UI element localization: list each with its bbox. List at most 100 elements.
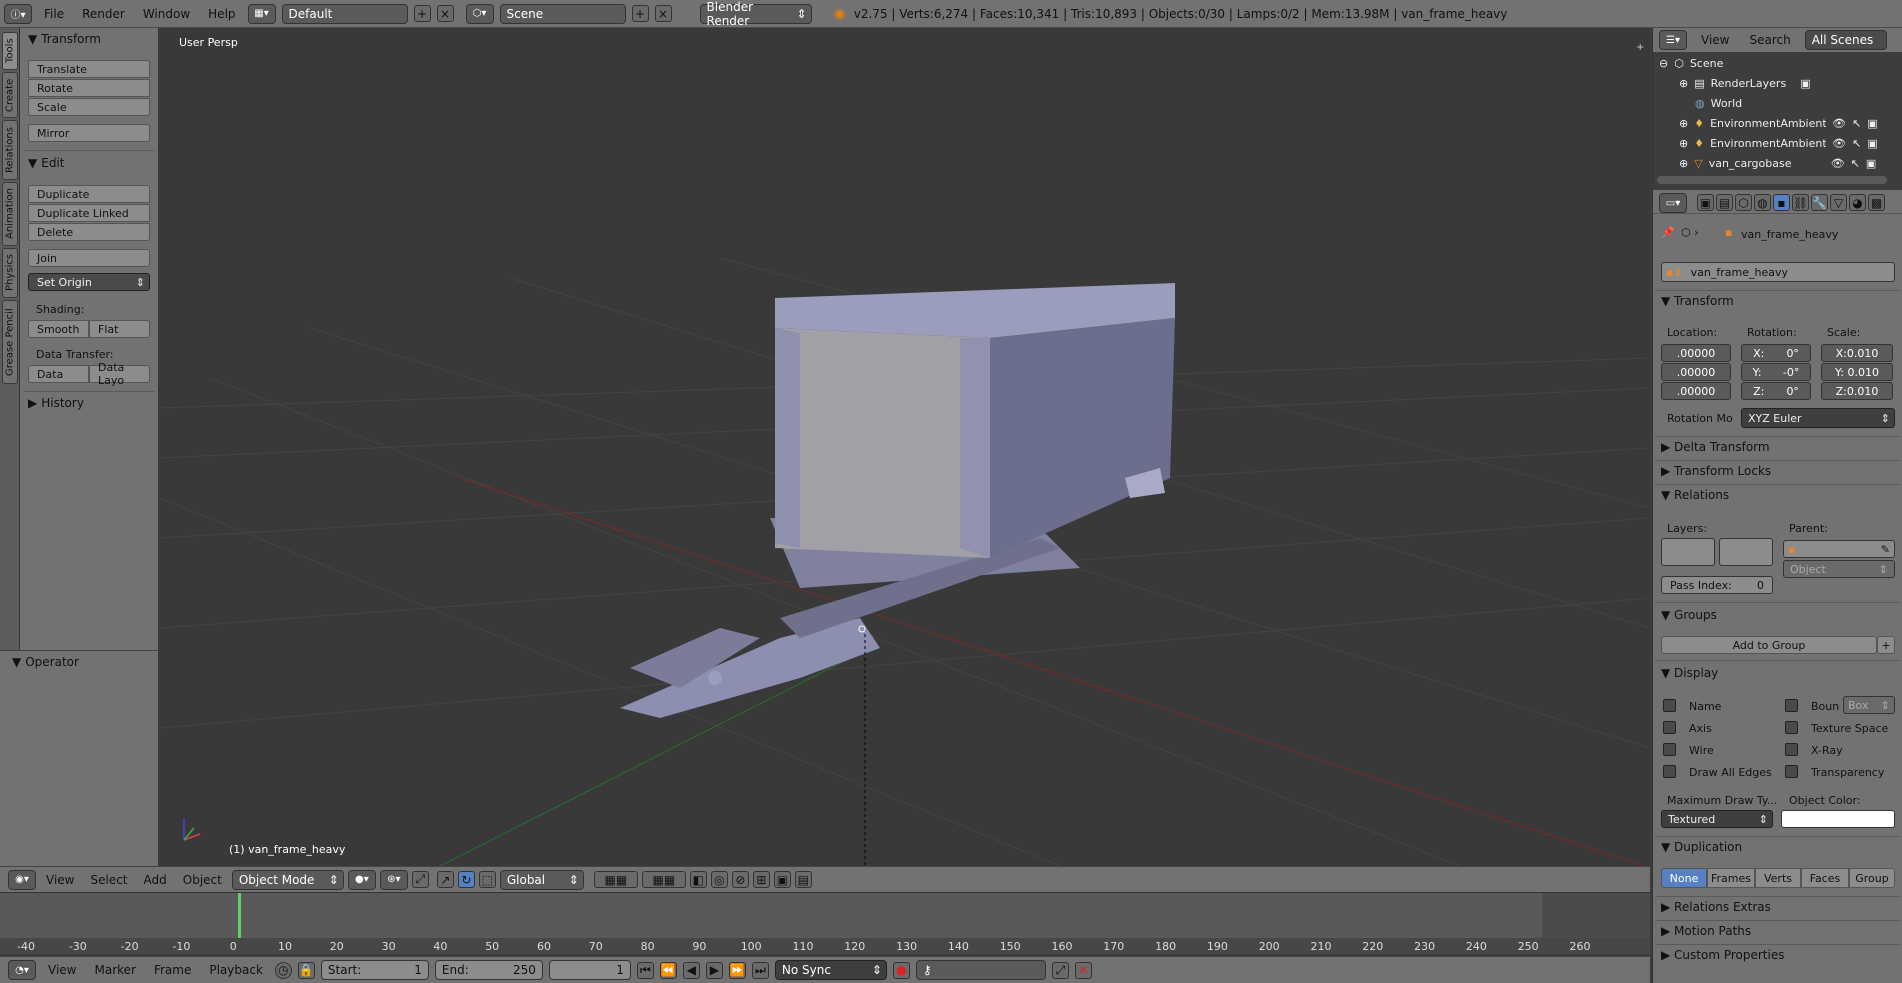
- add-to-group-button[interactable]: Add to Group: [1661, 636, 1877, 654]
- section-duplication[interactable]: ▼ Duplication: [1661, 840, 1742, 854]
- data-layout-button[interactable]: Data Layo: [89, 361, 150, 387]
- screen-layout-field[interactable]: Default: [281, 3, 408, 24]
- bounds-type-select[interactable]: Box ⇕: [1843, 696, 1895, 714]
- outliner-row-renderlayers[interactable]: ⊕ ▤ RenderLayers ▣: [1653, 73, 1902, 93]
- mode-select[interactable]: Object Mode ⇕: [231, 869, 344, 890]
- editor-type-icon[interactable]: ◔▾: [8, 960, 36, 980]
- tab-grease-pencil[interactable]: Grease Pencil: [2, 300, 18, 384]
- section-relations[interactable]: ▼ Relations: [1661, 488, 1729, 502]
- render-icon[interactable]: ▣: [1867, 137, 1877, 150]
- section-groups[interactable]: ▼ Groups: [1661, 608, 1717, 622]
- section-motion-paths[interactable]: ▶ Motion Paths: [1661, 924, 1751, 938]
- panel-transform-header[interactable]: ▼ Transform: [28, 32, 101, 46]
- object-name-field[interactable]: ▪⇕ van_frame_heavy: [1661, 262, 1895, 282]
- pass-index-field[interactable]: Pass Index: 0: [1661, 576, 1773, 594]
- bounds-checkbox[interactable]: [1785, 699, 1798, 712]
- menu-render[interactable]: Render: [76, 7, 131, 21]
- wire-checkbox[interactable]: [1663, 743, 1676, 756]
- layout-icon[interactable]: ▦▾: [247, 3, 276, 24]
- scene-field[interactable]: Scene: [499, 3, 626, 24]
- mirror-button[interactable]: Mirror: [28, 124, 150, 142]
- parent-field[interactable]: ▪ ✎: [1783, 540, 1895, 558]
- scene-tab-icon[interactable]: ⬡: [1735, 194, 1752, 211]
- outliner-row-lamp-2[interactable]: ⊕ ♦ EnvironmentAmbientLi 👁 ↖ ▣: [1653, 133, 1902, 153]
- scale-y-field[interactable]: Y: 0.010: [1821, 363, 1893, 381]
- jump-end-icon[interactable]: ⏭: [751, 961, 769, 979]
- menu-select[interactable]: Select: [84, 873, 133, 887]
- eyedropper-icon[interactable]: ✎: [1881, 543, 1890, 556]
- name-checkbox[interactable]: [1663, 699, 1676, 712]
- duplication-faces[interactable]: Faces: [1801, 868, 1849, 888]
- layers-grid-a[interactable]: [1661, 538, 1715, 566]
- material-tab-icon[interactable]: ◕: [1849, 194, 1866, 211]
- current-frame-indicator[interactable]: [238, 893, 241, 939]
- location-z-field[interactable]: .00000: [1661, 382, 1731, 400]
- max-draw-select[interactable]: Textured ⇕: [1661, 810, 1773, 828]
- menu-marker[interactable]: Marker: [88, 963, 141, 977]
- menu-view[interactable]: View: [42, 963, 82, 977]
- scale-button[interactable]: Scale: [28, 98, 150, 116]
- manipulator-icon[interactable]: ⤢: [411, 871, 429, 888]
- preview-range-icon[interactable]: ◷: [274, 961, 292, 979]
- section-relations-extras[interactable]: ▶ Relations Extras: [1661, 900, 1771, 914]
- section-display[interactable]: ▼ Display: [1661, 666, 1718, 680]
- modifiers-tab-icon[interactable]: 🔧: [1811, 194, 1828, 211]
- texture-tab-icon[interactable]: ▩: [1868, 194, 1885, 211]
- layers-grid-b[interactable]: ▦▦: [641, 871, 686, 888]
- snap-element-icon[interactable]: ⊞: [752, 871, 770, 888]
- duplication-group[interactable]: Group: [1849, 868, 1895, 888]
- flat-button[interactable]: Flat: [89, 320, 150, 338]
- x-ray-checkbox[interactable]: [1785, 743, 1798, 756]
- section-transform[interactable]: ▼ Transform: [1661, 294, 1734, 308]
- panel-operator-header[interactable]: ▼ Operator: [12, 655, 79, 669]
- menu-view[interactable]: View: [40, 873, 80, 887]
- menu-add[interactable]: Add: [138, 873, 173, 887]
- menu-help[interactable]: Help: [202, 7, 241, 21]
- section-custom-properties[interactable]: ▶ Custom Properties: [1661, 948, 1784, 962]
- outliner-hscrollbar[interactable]: [1657, 176, 1887, 184]
- tab-physics[interactable]: Physics: [2, 248, 18, 298]
- scene-icon[interactable]: ⬡▾: [465, 3, 494, 24]
- render-layers-tab-icon[interactable]: ▤: [1716, 194, 1733, 211]
- render-icon[interactable]: ▣: [1867, 117, 1877, 130]
- object-tab-icon[interactable]: ▪: [1773, 194, 1790, 211]
- add-layout-icon[interactable]: +: [413, 5, 431, 22]
- section-delta-transform[interactable]: ▶ Delta Transform: [1661, 440, 1770, 454]
- record-icon[interactable]: ●: [892, 961, 910, 979]
- panel-edit-header[interactable]: ▼ Edit: [28, 156, 64, 170]
- display-mode-select[interactable]: All Scenes: [1804, 30, 1887, 50]
- rotate-manipulator-icon[interactable]: ↻: [457, 871, 475, 888]
- rotate-button[interactable]: Rotate: [28, 79, 150, 97]
- cursor-icon[interactable]: ↖: [1852, 137, 1861, 150]
- duplicate-linked-button[interactable]: Duplicate Linked: [28, 204, 150, 222]
- translate-manipulator-icon[interactable]: ↗: [436, 871, 454, 888]
- delete-keyframe-icon[interactable]: ✕: [1074, 961, 1092, 979]
- parent-type-select[interactable]: Object ⇕: [1783, 560, 1895, 578]
- scale-manipulator-icon[interactable]: ⬚: [478, 871, 496, 888]
- eye-icon[interactable]: 👁: [1831, 157, 1845, 170]
- start-frame-field[interactable]: Start: 1: [320, 960, 429, 980]
- render-engine-select[interactable]: Blender Render ⇕: [699, 0, 812, 28]
- tab-animation[interactable]: Animation: [2, 182, 18, 246]
- data-tab-icon[interactable]: ▽: [1830, 194, 1847, 211]
- duplication-none[interactable]: None: [1661, 868, 1707, 888]
- outliner-row-scene[interactable]: ⊖ ⬡ Scene: [1653, 53, 1902, 73]
- world-tab-icon[interactable]: ◍: [1754, 194, 1771, 211]
- tab-relations[interactable]: Relations: [2, 120, 18, 180]
- texture-space-checkbox[interactable]: [1785, 721, 1798, 734]
- frame-ruler[interactable]: -40 -30 -20 -10 0 10 20 30 40 50 60 70 80 90 100 110 120…: [0, 938, 1650, 954]
- render-animation-icon[interactable]: ▤: [794, 871, 812, 888]
- shading-mode-icon[interactable]: ●▾: [347, 869, 376, 890]
- layers-grid-b[interactable]: [1719, 538, 1773, 566]
- prev-keyframe-icon[interactable]: ⏪: [659, 961, 677, 979]
- van-mesh[interactable]: [620, 283, 1175, 718]
- translate-button[interactable]: Translate: [28, 60, 150, 78]
- expand-icon[interactable]: ⊕: [1679, 77, 1688, 90]
- transparency-checkbox[interactable]: [1785, 765, 1798, 778]
- next-keyframe-icon[interactable]: ⏩: [728, 961, 746, 979]
- draw-all-edges-checkbox[interactable]: [1663, 765, 1676, 778]
- duplication-verts[interactable]: Verts: [1755, 868, 1801, 888]
- collapse-icon[interactable]: ⊖: [1659, 57, 1668, 70]
- set-origin-select[interactable]: Set Origin ⇕: [28, 273, 150, 291]
- eye-icon[interactable]: 👁: [1832, 117, 1846, 130]
